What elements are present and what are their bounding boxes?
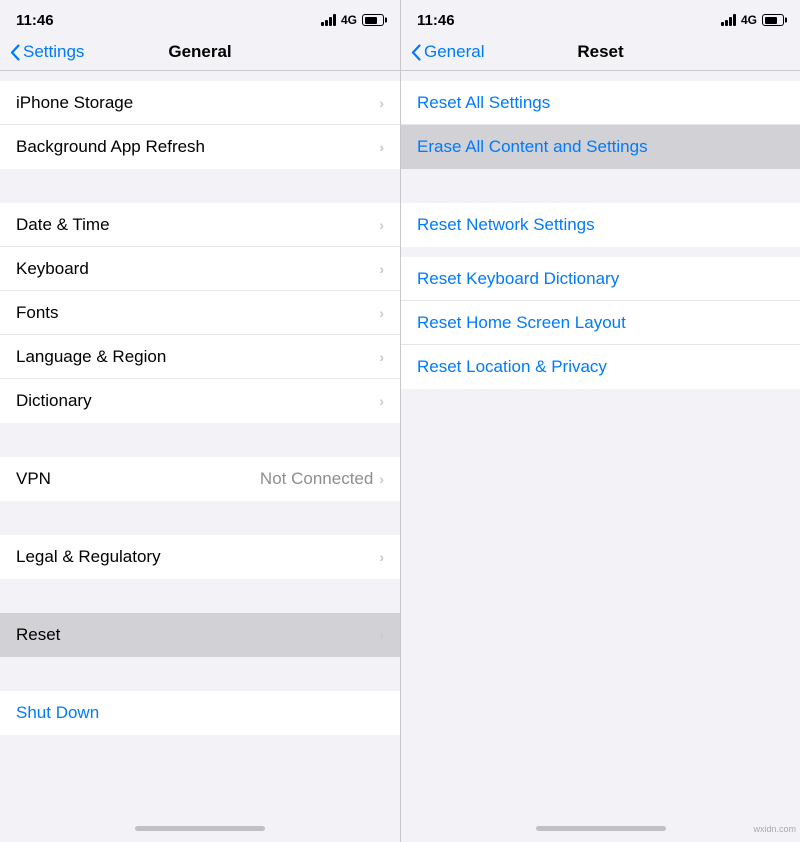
- watermark: wxidn.com: [753, 824, 796, 834]
- chevron-icon: ›: [379, 549, 384, 565]
- nav-title-right: Reset: [577, 42, 623, 62]
- back-label-left: Settings: [23, 42, 84, 62]
- status-icons-left: 4G: [321, 13, 384, 27]
- home-bar-right: [536, 826, 666, 831]
- chevron-icon: ›: [379, 139, 384, 155]
- reset-item-erase-all[interactable]: Erase All Content and Settings: [401, 125, 800, 169]
- chevron-icon: ›: [379, 627, 384, 643]
- list-item-date-time[interactable]: Date & Time ›: [0, 203, 400, 247]
- battery-icon-right: [762, 14, 784, 26]
- home-indicator-right: [401, 814, 800, 842]
- status-icons-right: 4G: [721, 13, 784, 27]
- list-item-keyboard[interactable]: Keyboard ›: [0, 247, 400, 291]
- back-button-right[interactable]: General: [411, 42, 484, 62]
- list-item-background-app[interactable]: Background App Refresh ›: [0, 125, 400, 169]
- section-shutdown: Shut Down: [0, 691, 400, 735]
- list-item-shutdown[interactable]: Shut Down: [0, 691, 400, 735]
- chevron-icon: ›: [379, 261, 384, 277]
- chevron-icon: ›: [379, 393, 384, 409]
- signal-icon-left: [321, 14, 336, 26]
- status-bar-left: 11:46 4G: [0, 0, 400, 36]
- section-vpn: VPN Not Connected ›: [0, 457, 400, 501]
- chevron-icon: ›: [379, 305, 384, 321]
- left-settings-content: iPhone Storage › Background App Refresh …: [0, 71, 400, 814]
- network-label-right: 4G: [741, 13, 757, 27]
- battery-icon-left: [362, 14, 384, 26]
- list-item-vpn[interactable]: VPN Not Connected ›: [0, 457, 400, 501]
- list-item-legal[interactable]: Legal & Regulatory ›: [0, 535, 400, 579]
- section-datetime: Date & Time › Keyboard › Fonts › Languag…: [0, 203, 400, 423]
- chevron-icon: ›: [379, 349, 384, 365]
- back-label-right: General: [424, 42, 484, 62]
- reset-item-all-settings[interactable]: Reset All Settings: [401, 81, 800, 125]
- home-indicator-left: [0, 814, 400, 842]
- chevron-icon: ›: [379, 471, 384, 487]
- nav-bar-left: Settings General: [0, 36, 400, 71]
- reset-item-keyboard-dict[interactable]: Reset Keyboard Dictionary: [401, 257, 800, 301]
- time-left: 11:46: [16, 12, 54, 29]
- section-reset: Reset ›: [0, 613, 400, 657]
- right-settings-content: Reset All Settings Erase All Content and…: [401, 71, 800, 814]
- list-item-language[interactable]: Language & Region ›: [0, 335, 400, 379]
- reset-group-1: Reset All Settings Erase All Content and…: [401, 81, 800, 169]
- list-item-fonts[interactable]: Fonts ›: [0, 291, 400, 335]
- list-item-iphone-storage[interactable]: iPhone Storage ›: [0, 81, 400, 125]
- vpn-status: Not Connected: [260, 469, 373, 489]
- right-panel: 11:46 4G General Reset Reset All Setting…: [400, 0, 800, 842]
- network-label-left: 4G: [341, 13, 357, 27]
- list-item-dictionary[interactable]: Dictionary ›: [0, 379, 400, 423]
- section-legal: Legal & Regulatory ›: [0, 535, 400, 579]
- nav-bar-right: General Reset: [401, 36, 800, 71]
- nav-title-left: General: [168, 42, 231, 62]
- list-item-reset[interactable]: Reset ›: [0, 613, 400, 657]
- reset-item-location-privacy[interactable]: Reset Location & Privacy: [401, 345, 800, 389]
- reset-group-2: Reset Network Settings: [401, 203, 800, 247]
- back-button-left[interactable]: Settings: [10, 42, 84, 62]
- home-bar-left: [135, 826, 265, 831]
- chevron-icon: ›: [379, 95, 384, 111]
- reset-item-network[interactable]: Reset Network Settings: [401, 203, 800, 247]
- reset-item-home-screen[interactable]: Reset Home Screen Layout: [401, 301, 800, 345]
- chevron-icon: ›: [379, 217, 384, 233]
- section-storage: iPhone Storage › Background App Refresh …: [0, 81, 400, 169]
- reset-group-3: Reset Keyboard Dictionary Reset Home Scr…: [401, 257, 800, 389]
- signal-icon-right: [721, 14, 736, 26]
- left-panel: 11:46 4G Settings General iPhone S: [0, 0, 400, 842]
- status-bar-right: 11:46 4G: [401, 0, 800, 36]
- time-right: 11:46: [417, 12, 455, 29]
